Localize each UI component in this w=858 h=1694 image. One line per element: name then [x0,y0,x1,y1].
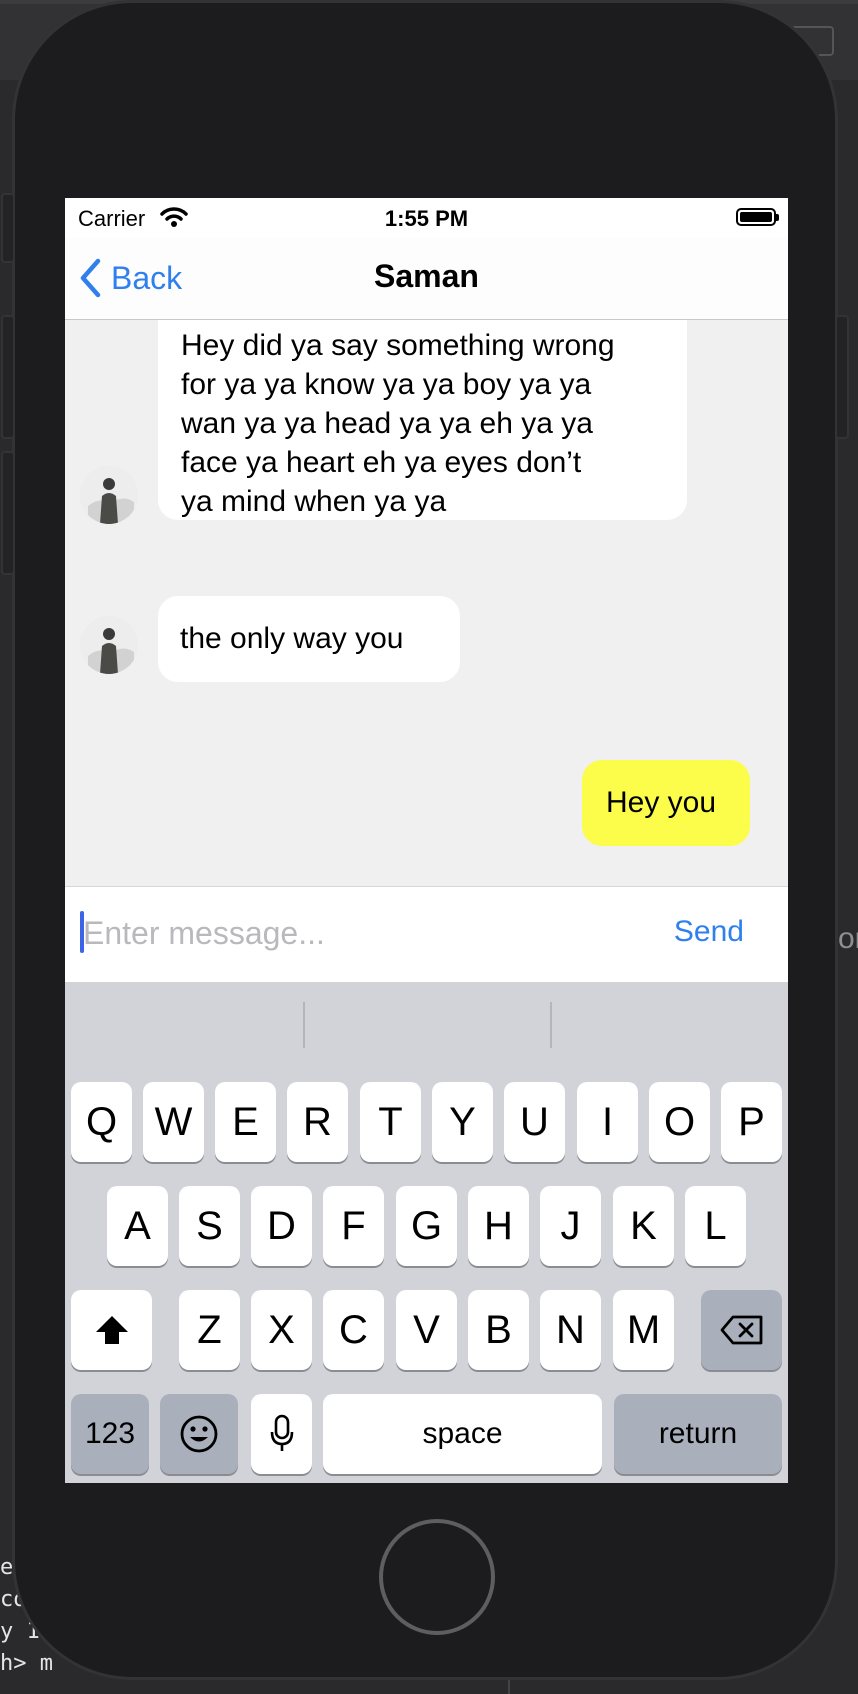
key-k[interactable]: K [613,1186,674,1266]
key-p[interactable]: P [721,1082,782,1162]
key-u[interactable]: U [504,1082,565,1162]
key-s[interactable]: S [179,1186,240,1266]
send-button[interactable]: Send [674,915,744,949]
key-w[interactable]: W [143,1082,204,1162]
message-bubble-received: Hey did ya say something wrong for ya ya… [158,320,687,520]
status-bar: Carrier 1:55 PM [65,198,788,238]
message-input[interactable] [81,905,605,961]
key-t[interactable]: T [360,1082,421,1162]
delete-key[interactable] [701,1290,782,1370]
message-bubble-sent: Hey you [582,760,750,846]
key-g[interactable]: G [396,1186,457,1266]
key-i[interactable]: I [577,1082,638,1162]
background-side-text: on [838,922,858,955]
key-f[interactable]: F [323,1186,384,1266]
keyboard: Q W E R T Y U I O P A S D F G H J K L Z … [65,982,788,1483]
key-o[interactable]: O [649,1082,710,1162]
microphone-icon [270,1414,293,1451]
key-c[interactable]: C [323,1290,384,1370]
page-title: Saman [374,258,479,294]
return-key[interactable]: return [614,1394,782,1474]
emoji-icon [180,1415,218,1453]
space-key[interactable]: space [323,1394,602,1474]
key-m[interactable]: M [613,1290,674,1370]
key-x[interactable]: X [251,1290,312,1370]
avatar [80,466,138,524]
key-q[interactable]: Q [71,1082,132,1162]
key-j[interactable]: J [540,1186,601,1266]
key-r[interactable]: R [287,1082,348,1162]
suggestion-divider [303,1002,305,1048]
message-list[interactable]: Hey did ya say something wrong for ya ya… [65,320,788,886]
key-h[interactable]: H [468,1186,529,1266]
battery-icon [736,208,779,226]
message-bubble-received: the only way you [158,596,460,682]
power-button [835,315,849,439]
home-button[interactable] [379,1519,495,1635]
delete-icon [720,1315,762,1345]
dictation-key[interactable] [251,1394,312,1474]
key-y[interactable]: Y [432,1082,493,1162]
key-e[interactable]: E [215,1082,276,1162]
key-d[interactable]: D [251,1186,312,1266]
key-b[interactable]: B [468,1290,529,1370]
predictive-bar[interactable] [65,982,788,1074]
key-v[interactable]: V [396,1290,457,1370]
numbers-key[interactable]: 123 [71,1394,149,1474]
shift-icon [95,1316,128,1344]
volume-down-button [1,451,15,575]
suggestion-divider [550,1002,552,1048]
message-composer: Send [65,886,788,982]
key-l[interactable]: L [685,1186,746,1266]
volume-up-button [1,315,15,439]
navigation-bar: Back Saman [65,238,788,320]
mute-switch [1,193,15,263]
key-n[interactable]: N [540,1290,601,1370]
key-a[interactable]: A [107,1186,168,1266]
shift-key[interactable] [71,1290,152,1370]
avatar [80,616,138,674]
key-z[interactable]: Z [179,1290,240,1370]
phone-screen: Carrier 1:55 PM Back Saman Hey did ya sa… [65,198,788,1483]
emoji-key[interactable] [160,1394,238,1474]
status-time: 1:55 PM [384,206,469,231]
